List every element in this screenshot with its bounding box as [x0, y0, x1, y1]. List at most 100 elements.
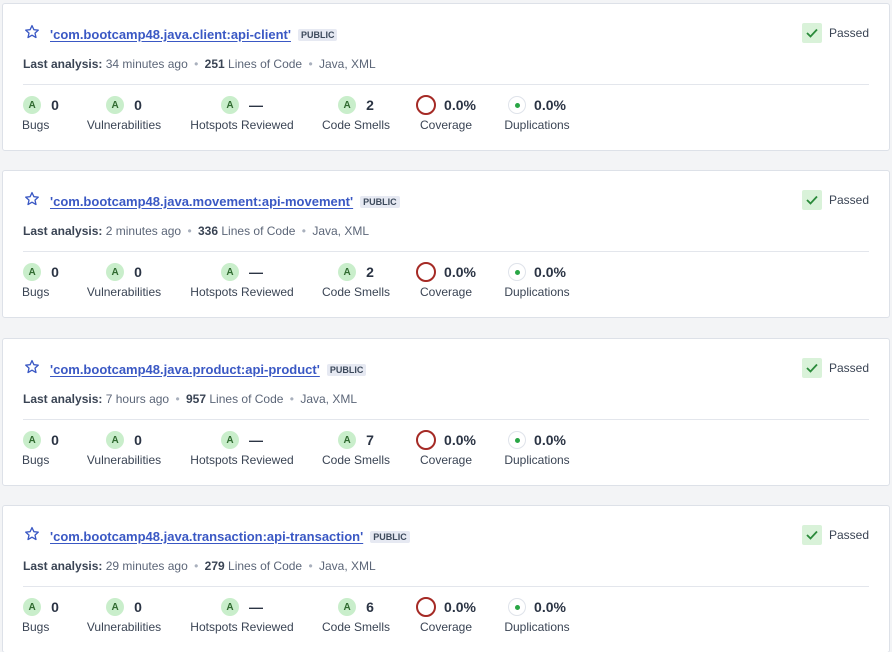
- lines-of-code-value: 336: [198, 224, 219, 238]
- project-card: 'com.bootcamp48.java.transaction:api-tra…: [2, 505, 890, 652]
- metric-value[interactable]: 6: [366, 599, 374, 615]
- rating-badge: A: [106, 263, 125, 281]
- metric-value[interactable]: 0: [134, 599, 142, 615]
- metric-value[interactable]: 7: [366, 432, 374, 448]
- project-name-link[interactable]: 'com.bootcamp48.java.product:api-product…: [50, 362, 367, 377]
- metric-value[interactable]: 0: [134, 97, 142, 113]
- metric-value[interactable]: 0: [134, 264, 142, 280]
- metric-label: Vulnerabilities: [86, 453, 162, 467]
- project-name-link[interactable]: 'com.bootcamp48.java.movement:api-moveme…: [50, 194, 400, 209]
- metric-coverage[interactable]: 0.0% Coverage: [415, 597, 477, 634]
- last-analysis-label: Last analysis:: [23, 57, 103, 71]
- metric-duplications[interactable]: 0.0% Duplications: [501, 262, 573, 299]
- metric-code-smells[interactable]: A 2 Code Smells: [320, 95, 392, 132]
- metric-value[interactable]: —: [249, 432, 263, 448]
- quality-gate-status: Passed: [801, 358, 869, 378]
- metric-value[interactable]: 0.0%: [444, 432, 476, 448]
- metric-code-smells[interactable]: A 2 Code Smells: [320, 262, 392, 299]
- rating-badge: A: [338, 431, 357, 449]
- project-card: 'com.bootcamp48.java.client:api-client' P…: [2, 3, 890, 151]
- rating-badge: A: [338, 96, 357, 114]
- metric-value[interactable]: 0.0%: [444, 97, 476, 113]
- metric-value[interactable]: 0.0%: [534, 97, 566, 113]
- metric-duplications[interactable]: 0.0% Duplications: [501, 597, 573, 634]
- last-analysis-time: 2 minutes ago: [105, 224, 182, 238]
- rating-badge: A: [106, 598, 125, 616]
- languages: Java, XML: [300, 392, 358, 406]
- rating-badge: A: [221, 263, 239, 281]
- metric-hotspots-reviewed[interactable]: A — Hotspots Reviewed: [187, 597, 297, 634]
- metric-vulnerabilities[interactable]: A 0 Vulnerabilities: [85, 262, 163, 299]
- metric-label: Bugs: [22, 453, 50, 467]
- metric-value[interactable]: 0: [51, 97, 59, 113]
- project-name[interactable]: 'com.bootcamp48.java.transaction:api-tra…: [50, 529, 363, 544]
- metric-bugs[interactable]: A 0 Bugs: [22, 95, 60, 132]
- coverage-ring-icon: [416, 95, 437, 115]
- duplications-dot-icon: [508, 263, 527, 281]
- metric-value[interactable]: 0.0%: [534, 432, 566, 448]
- metric-value[interactable]: 0: [51, 264, 59, 280]
- project-name[interactable]: 'com.bootcamp48.java.movement:api-moveme…: [50, 194, 353, 209]
- metric-coverage[interactable]: 0.0% Coverage: [415, 95, 477, 132]
- metric-label: Coverage: [419, 620, 473, 634]
- visibility-badge: PUBLIC: [360, 196, 400, 208]
- metric-value[interactable]: 0.0%: [534, 599, 566, 615]
- metric-code-smells[interactable]: A 6 Code Smells: [320, 597, 392, 634]
- rating-badge: A: [221, 431, 239, 449]
- project-name[interactable]: 'com.bootcamp48.java.product:api-product…: [50, 362, 320, 377]
- analysis-info: Last analysis: 29 minutes ago • 279 Line…: [23, 559, 376, 573]
- metric-label: Duplications: [504, 620, 570, 634]
- rating-badge: A: [338, 598, 357, 616]
- project-name-link[interactable]: 'com.bootcamp48.java.client:api-client' P…: [50, 27, 338, 42]
- rating-badge: A: [23, 598, 42, 616]
- rating-badge: A: [221, 598, 239, 616]
- quality-gate-label: Passed: [828, 528, 869, 542]
- metric-label: Hotspots Reviewed: [190, 118, 294, 132]
- metric-coverage[interactable]: 0.0% Coverage: [415, 262, 477, 299]
- metric-hotspots-reviewed[interactable]: A — Hotspots Reviewed: [187, 95, 297, 132]
- metric-label: Duplications: [504, 285, 570, 299]
- metric-vulnerabilities[interactable]: A 0 Vulnerabilities: [85, 430, 163, 467]
- metric-hotspots-reviewed[interactable]: A — Hotspots Reviewed: [187, 262, 297, 299]
- metric-code-smells[interactable]: A 7 Code Smells: [320, 430, 392, 467]
- metric-hotspots-reviewed[interactable]: A — Hotspots Reviewed: [187, 430, 297, 467]
- duplications-dot-icon: [508, 598, 527, 616]
- lines-of-code-value: 957: [186, 392, 207, 406]
- metric-value[interactable]: 0: [51, 432, 59, 448]
- metric-vulnerabilities[interactable]: A 0 Vulnerabilities: [85, 597, 163, 634]
- metric-value[interactable]: 0.0%: [444, 264, 476, 280]
- metric-value[interactable]: 2: [366, 97, 374, 113]
- star-icon[interactable]: [24, 359, 40, 375]
- separator-dot: •: [194, 559, 199, 573]
- metric-value[interactable]: 0: [51, 599, 59, 615]
- metric-value[interactable]: 0.0%: [534, 264, 566, 280]
- metric-value[interactable]: 0: [134, 432, 142, 448]
- metric-vulnerabilities[interactable]: A 0 Vulnerabilities: [85, 95, 163, 132]
- star-icon[interactable]: [24, 191, 40, 207]
- metric-bugs[interactable]: A 0 Bugs: [22, 597, 60, 634]
- metric-bugs[interactable]: A 0 Bugs: [22, 262, 60, 299]
- metric-label: Coverage: [419, 285, 473, 299]
- metric-value[interactable]: —: [249, 97, 263, 113]
- metric-label: Hotspots Reviewed: [190, 453, 294, 467]
- project-name[interactable]: 'com.bootcamp48.java.client:api-client': [50, 27, 291, 42]
- metric-value[interactable]: 2: [366, 264, 374, 280]
- metric-value[interactable]: 0.0%: [444, 599, 476, 615]
- divider: [23, 586, 869, 587]
- metric-value[interactable]: —: [249, 599, 263, 615]
- metric-bugs[interactable]: A 0 Bugs: [22, 430, 60, 467]
- project-list: 'com.bootcamp48.java.client:api-client' P…: [0, 0, 892, 652]
- star-icon[interactable]: [24, 24, 40, 40]
- rating-badge: A: [221, 96, 239, 114]
- project-card: 'com.bootcamp48.java.movement:api-moveme…: [2, 170, 890, 318]
- metric-duplications[interactable]: 0.0% Duplications: [501, 95, 573, 132]
- metric-label: Vulnerabilities: [86, 118, 162, 132]
- languages: Java, XML: [319, 559, 376, 573]
- project-name-link[interactable]: 'com.bootcamp48.java.transaction:api-tra…: [50, 529, 410, 544]
- metric-duplications[interactable]: 0.0% Duplications: [501, 430, 573, 467]
- metric-coverage[interactable]: 0.0% Coverage: [415, 430, 477, 467]
- star-icon[interactable]: [24, 526, 40, 542]
- metric-value[interactable]: —: [249, 264, 263, 280]
- quality-gate-status: Passed: [801, 525, 869, 545]
- duplications-dot-icon: [508, 96, 527, 114]
